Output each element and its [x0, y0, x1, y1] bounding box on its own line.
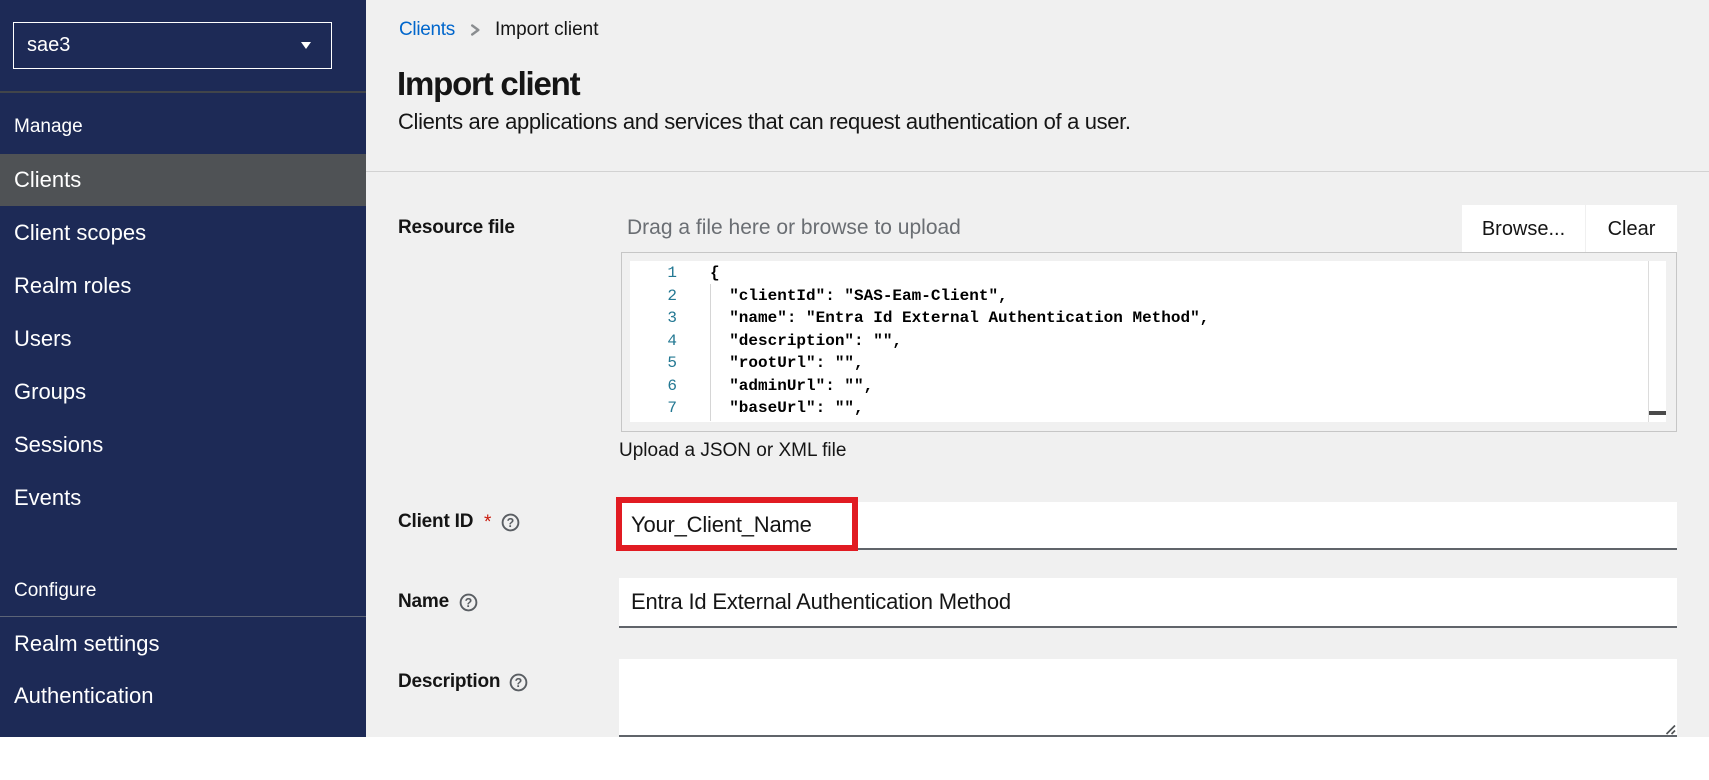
svg-text:?: ?: [507, 516, 515, 530]
svg-text:?: ?: [465, 596, 473, 610]
svg-text:?: ?: [515, 676, 523, 690]
